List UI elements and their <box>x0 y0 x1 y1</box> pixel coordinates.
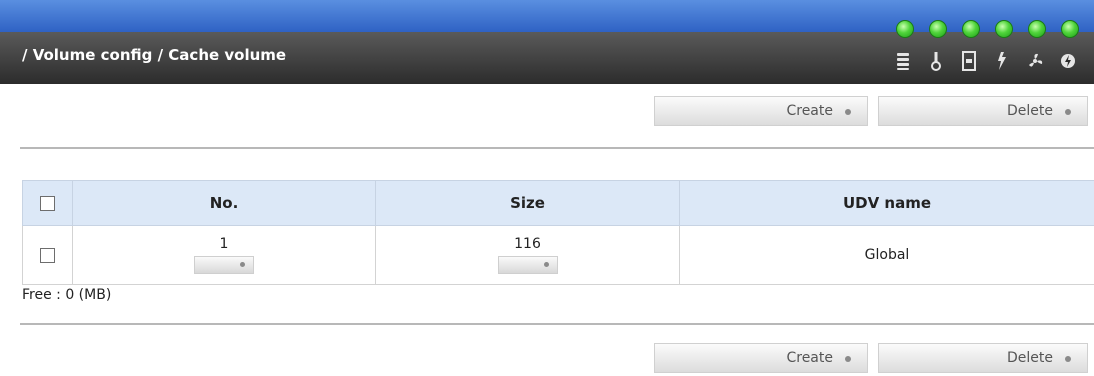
power-icon[interactable] <box>1059 51 1077 71</box>
button-dot-icon <box>845 356 851 362</box>
row-select-cell <box>22 225 73 285</box>
column-header-no: No. <box>72 180 376 226</box>
cache-volume-table: No. Size UDV name 1 116 Global <box>22 180 1094 285</box>
status-led-voltage <box>995 20 1013 38</box>
create-button-bottom[interactable]: Create <box>654 343 868 373</box>
row-checkbox[interactable] <box>40 247 55 263</box>
column-header-udv-name: UDV name <box>679 180 1094 226</box>
select-all-checkbox[interactable] <box>40 196 55 211</box>
divider-top <box>20 147 1094 149</box>
status-led-power-supply <box>962 20 980 38</box>
button-dot-icon <box>240 262 245 267</box>
cell-no-value: 1 <box>219 236 229 252</box>
fan-icon[interactable] <box>1026 51 1044 71</box>
select-all-cell <box>22 180 73 226</box>
status-led-temperature <box>929 20 947 38</box>
create-button-top[interactable]: Create <box>654 96 868 126</box>
delete-button-top[interactable]: Delete <box>878 96 1088 126</box>
power-supply-icon[interactable] <box>960 51 978 71</box>
no-action-button[interactable] <box>194 256 254 274</box>
status-led-fan <box>1028 20 1046 38</box>
status-led-disk <box>896 20 914 38</box>
button-dot-icon <box>1065 356 1071 362</box>
cell-size-value: 116 <box>514 236 541 252</box>
cell-udv-name: Global <box>679 225 1094 285</box>
divider-bottom <box>20 323 1094 325</box>
breadcrumb: / Volume config / Cache volume <box>22 46 287 64</box>
button-dot-icon <box>1065 109 1071 115</box>
delete-button-bottom[interactable]: Delete <box>878 343 1088 373</box>
temperature-icon[interactable] <box>927 51 945 71</box>
table-row: 1 116 Global <box>22 225 1094 285</box>
table-header-row: No. Size UDV name <box>22 180 1094 226</box>
free-space-text: Free : 0 (MB) <box>22 287 112 303</box>
cell-no: 1 <box>72 225 376 285</box>
voltage-icon[interactable] <box>993 51 1011 71</box>
column-header-size: Size <box>375 180 680 226</box>
disk-icon[interactable] <box>894 51 912 71</box>
size-action-button[interactable] <box>497 256 558 274</box>
cell-size: 116 <box>375 225 680 285</box>
status-led-power <box>1061 20 1079 38</box>
button-dot-icon <box>845 109 851 115</box>
button-dot-icon <box>543 262 549 267</box>
